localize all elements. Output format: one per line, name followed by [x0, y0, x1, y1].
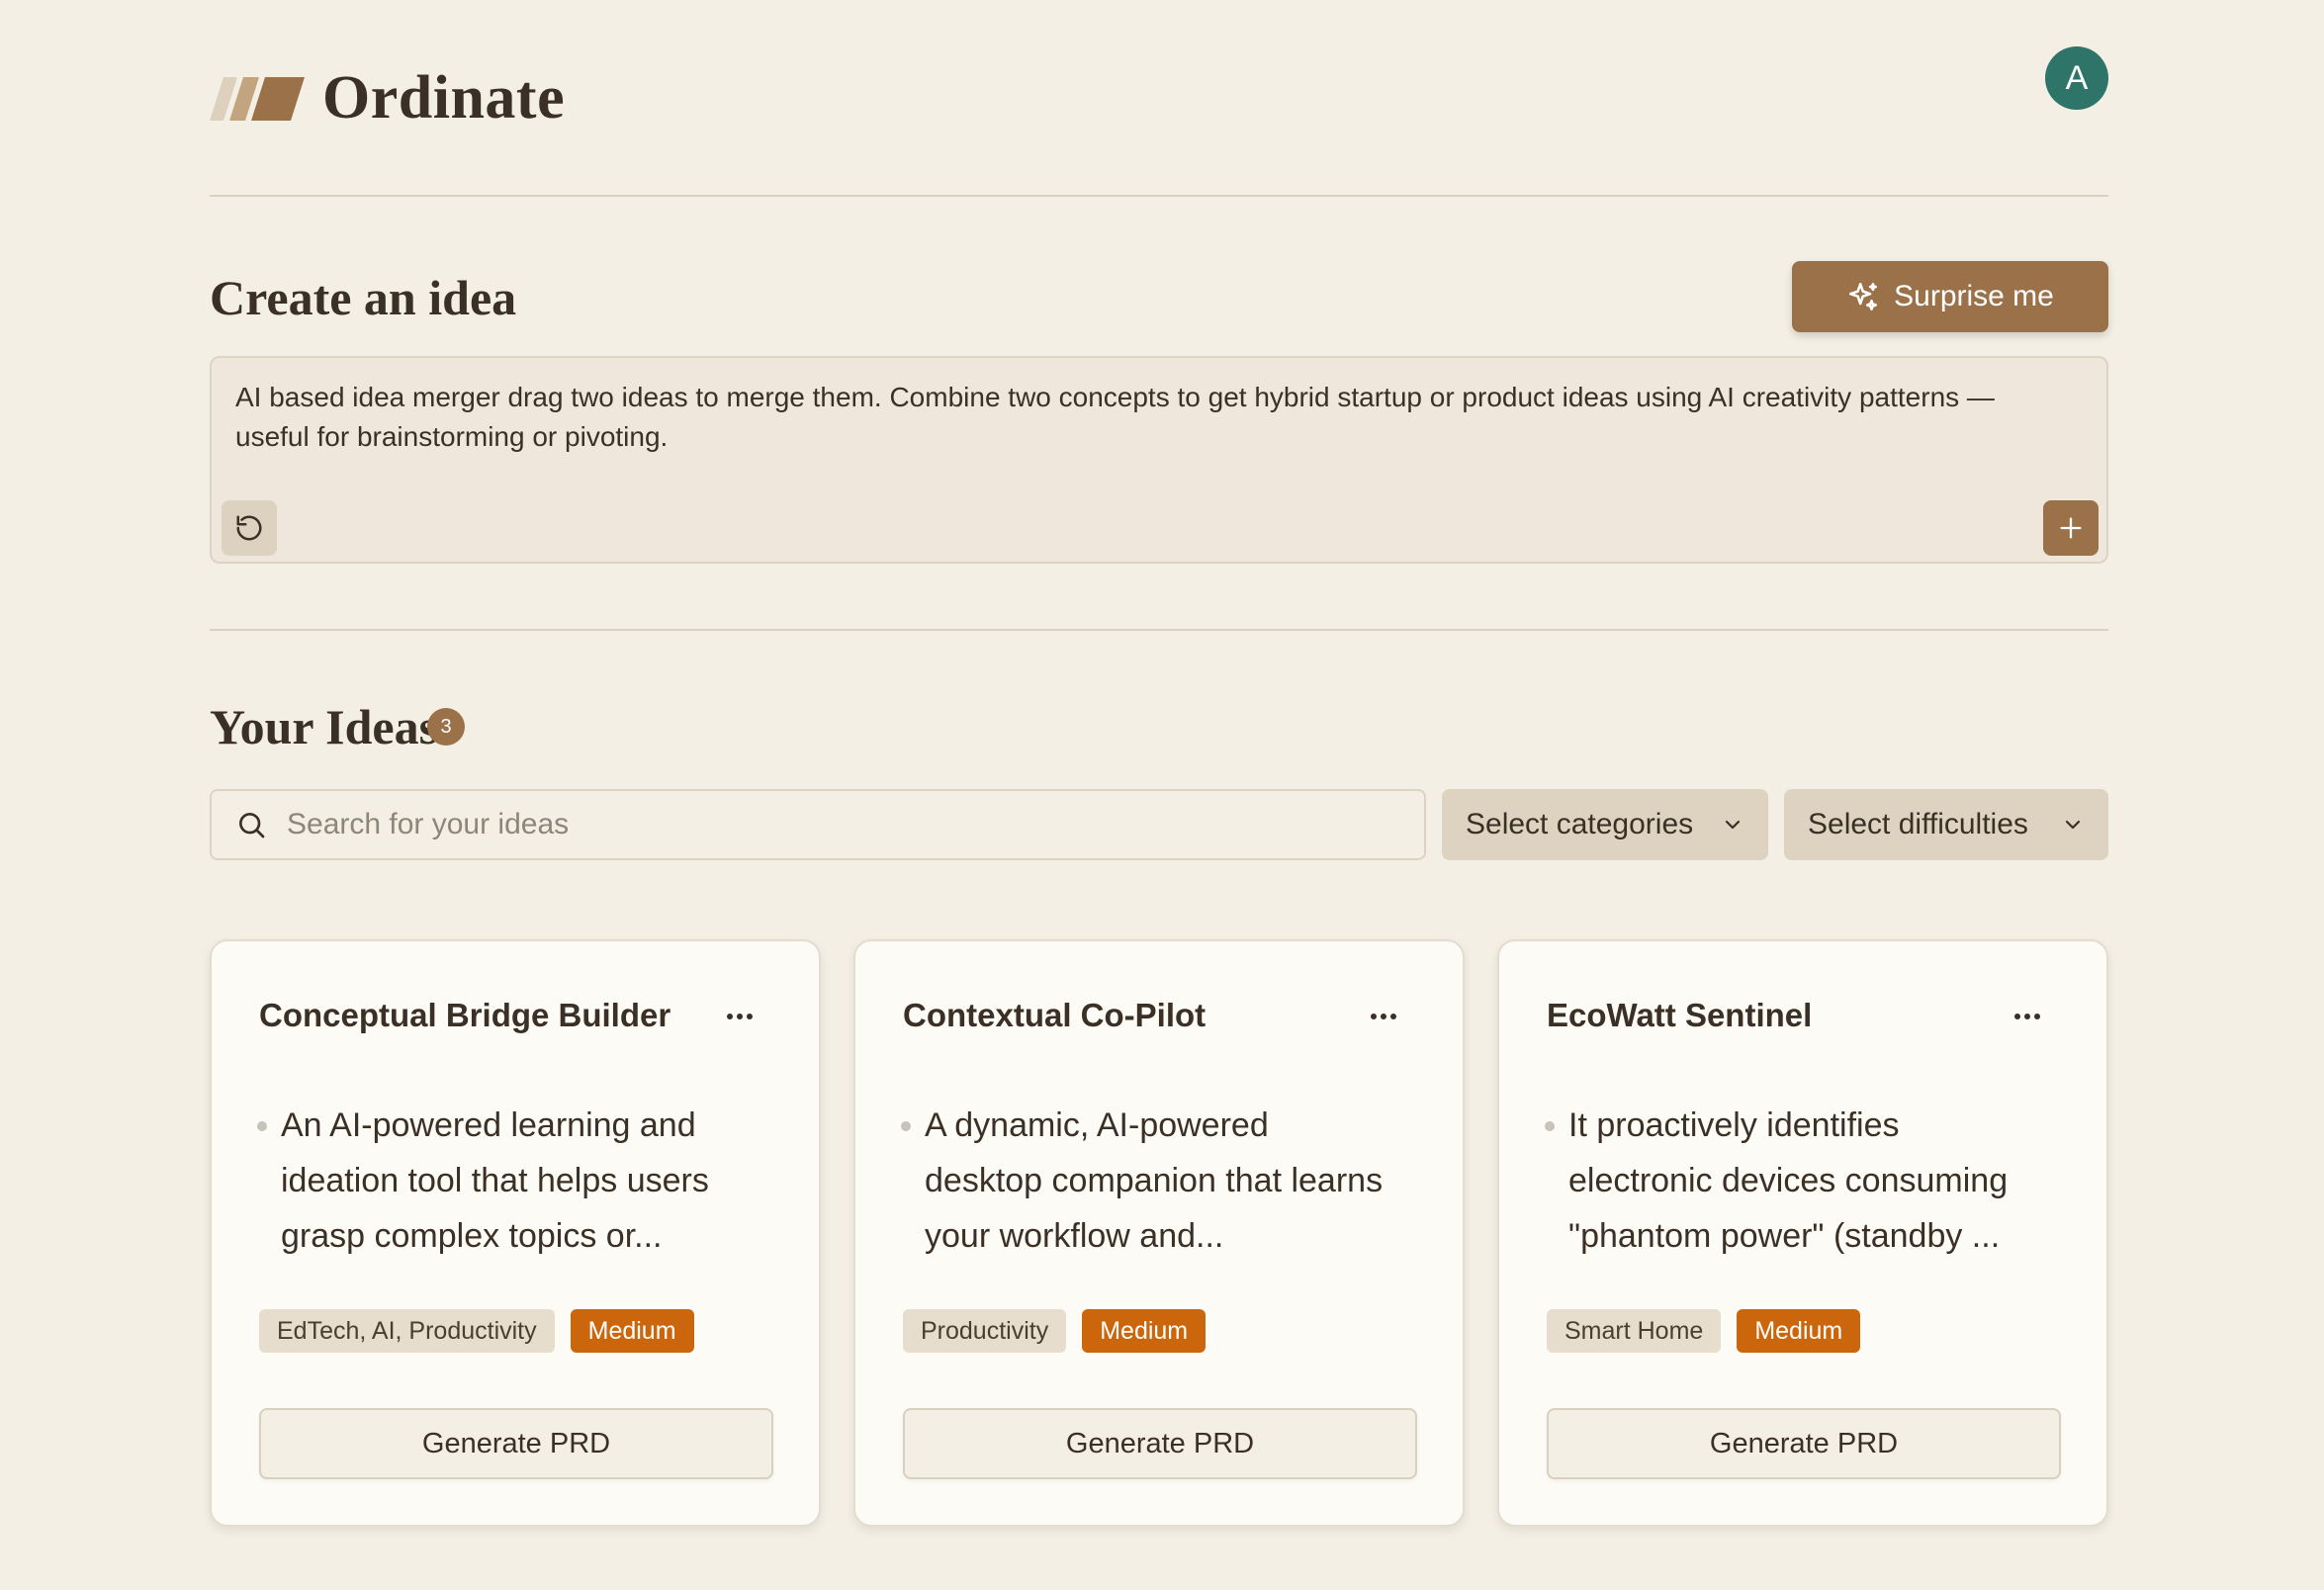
- idea-card-tags: EdTech, AI, Productivity Medium: [259, 1309, 694, 1353]
- categories-select[interactable]: Select categories: [1442, 789, 1768, 860]
- more-options-button[interactable]: [2008, 997, 2047, 1036]
- more-horizontal-icon: [727, 1014, 753, 1019]
- reset-icon: [236, 515, 262, 541]
- category-tag: Productivity: [903, 1309, 1067, 1353]
- logo-mark-icon: [210, 76, 305, 121]
- more-options-button[interactable]: [1364, 997, 1403, 1036]
- plus-icon: [2060, 517, 2082, 539]
- header-divider: [210, 195, 2108, 197]
- app-name: Ordinate: [322, 64, 566, 132]
- bullet-icon: [1545, 1121, 1555, 1131]
- ideas-count-badge: 3: [427, 708, 465, 746]
- logo[interactable]: Ordinate: [210, 63, 565, 133]
- bullet-icon: [257, 1121, 267, 1131]
- idea-card-tags: Productivity Medium: [903, 1309, 1207, 1353]
- surprise-me-button[interactable]: Surprise me: [1792, 261, 2108, 332]
- category-tag: EdTech, AI, Productivity: [259, 1309, 555, 1353]
- idea-card-title: Contextual Co-Pilot: [903, 997, 1207, 1033]
- generate-prd-button[interactable]: Generate PRD: [903, 1408, 1417, 1479]
- page: Ordinate A Create an idea Surprise me AI…: [0, 0, 2324, 1590]
- search-icon: [239, 813, 265, 839]
- avatar[interactable]: A: [2045, 46, 2108, 110]
- difficulties-select[interactable]: Select difficulties: [1784, 789, 2108, 860]
- idea-card[interactable]: EcoWatt Sentinel It proactively identifi…: [1497, 939, 2108, 1527]
- difficulties-select-label: Select difficulties: [1808, 808, 2028, 840]
- idea-input[interactable]: AI based idea merger drag two ideas to m…: [210, 356, 2108, 564]
- idea-card-title: Conceptual Bridge Builder: [259, 997, 671, 1033]
- difficulty-tag: Medium: [1737, 1309, 1861, 1353]
- chevron-down-icon: [2065, 820, 2081, 830]
- categories-select-label: Select categories: [1466, 808, 1694, 840]
- idea-card-body: A dynamic, AI-powered desktop companion …: [901, 1098, 1389, 1264]
- idea-card-description: An AI-powered learning and ideation tool…: [281, 1106, 709, 1255]
- search-box[interactable]: [210, 789, 1426, 860]
- difficulty-tag: Medium: [1082, 1309, 1207, 1353]
- idea-card-body: An AI-powered learning and ideation tool…: [257, 1098, 746, 1264]
- section-divider: [210, 629, 2108, 631]
- idea-card-description: It proactively identifies electronic dev…: [1568, 1106, 2009, 1255]
- idea-card-description: A dynamic, AI-powered desktop companion …: [925, 1106, 1384, 1255]
- create-title: Create an idea: [210, 270, 517, 325]
- sparkle-icon: [1849, 282, 1878, 311]
- chevron-down-icon: [1725, 820, 1741, 830]
- idea-card[interactable]: Conceptual Bridge Builder An AI-powered …: [210, 939, 821, 1527]
- more-horizontal-icon: [1371, 1014, 1396, 1019]
- idea-card-tags: Smart Home Medium: [1547, 1309, 1861, 1353]
- surprise-me-label: Surprise me: [1894, 280, 2054, 312]
- bullet-icon: [901, 1121, 911, 1131]
- idea-input-text[interactable]: AI based idea merger drag two ideas to m…: [235, 378, 1998, 457]
- more-horizontal-icon: [2014, 1014, 2040, 1019]
- reset-button[interactable]: [222, 500, 277, 556]
- generate-prd-button[interactable]: Generate PRD: [259, 1408, 773, 1479]
- header: Ordinate A: [210, 40, 2108, 158]
- more-options-button[interactable]: [720, 997, 760, 1036]
- idea-card[interactable]: Contextual Co-Pilot A dynamic, AI-powere…: [853, 939, 1465, 1527]
- ideas-title: Your Ideas: [210, 699, 439, 754]
- idea-card-body: It proactively identifies electronic dev…: [1545, 1098, 2033, 1264]
- generate-prd-button[interactable]: Generate PRD: [1547, 1408, 2061, 1479]
- search-input[interactable]: [285, 807, 1377, 842]
- idea-card-title: EcoWatt Sentinel: [1547, 997, 1813, 1033]
- add-idea-button[interactable]: [2043, 500, 2099, 556]
- difficulty-tag: Medium: [570, 1309, 694, 1353]
- category-tag: Smart Home: [1547, 1309, 1722, 1353]
